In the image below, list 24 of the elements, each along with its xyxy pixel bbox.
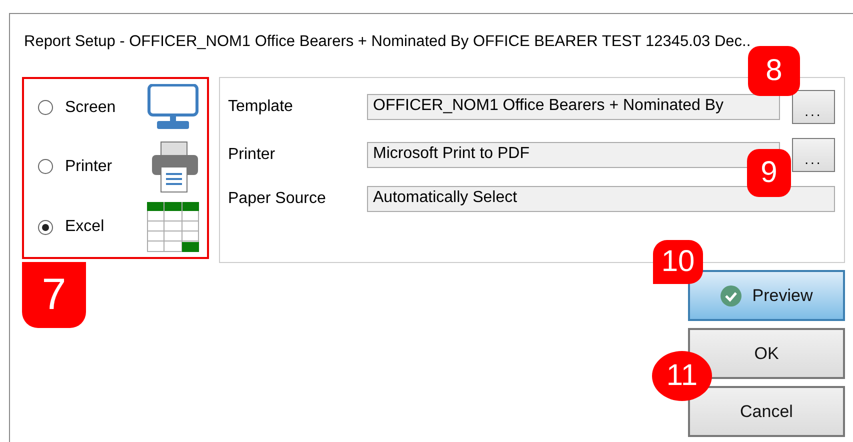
window-title: Report Setup - OFFICER_NOM1 Office Bearers + Nominated By OFFICE BEARER TEST 12345.03 Dec.. [24, 33, 751, 51]
field-label: Paper Source [228, 190, 327, 208]
browse-button[interactable]: ... [792, 138, 835, 172]
text-field[interactable]: Automatically Select [367, 186, 835, 212]
callout-badge: 7 [22, 262, 86, 328]
radio-button[interactable] [38, 100, 53, 116]
radio-button[interactable] [38, 159, 53, 174]
callout-badge: 9 [747, 149, 791, 197]
radio-button[interactable] [38, 220, 53, 235]
check-icon [720, 284, 742, 306]
option-label: Printer [65, 158, 114, 176]
spreadsheet-icon [147, 202, 199, 252]
field-label: Printer [228, 146, 276, 164]
browse-button[interactable]: ... [792, 90, 835, 124]
dialog-button[interactable]: Cancel [688, 386, 845, 437]
text-field[interactable]: OFFICER_NOM1 Office Bearers + Nominated By [367, 94, 780, 120]
callout-badge: 8 [748, 46, 800, 96]
option-label: Screen [65, 98, 117, 117]
printer-icon [151, 140, 199, 193]
callout-badge: 10 [653, 240, 703, 284]
monitor-icon [147, 84, 199, 132]
preview-button[interactable]: Preview [688, 270, 845, 321]
option-label: Excel [65, 218, 106, 236]
field-label: Template [228, 98, 294, 116]
